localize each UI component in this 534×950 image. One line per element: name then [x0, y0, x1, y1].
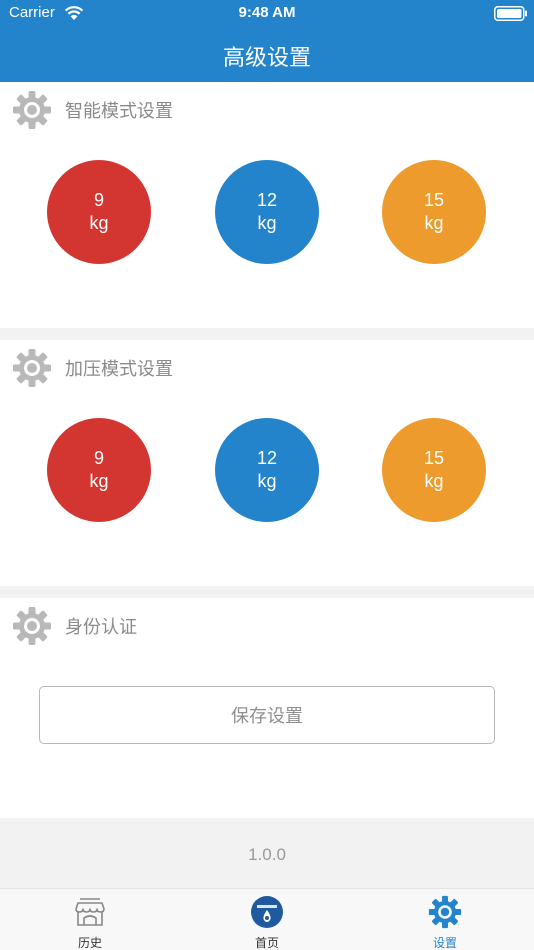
pressure-mode-title: 加压模式设置 — [65, 359, 173, 380]
option-value: 9 — [93, 190, 104, 210]
option-unit: kg — [89, 213, 109, 233]
store-icon — [75, 898, 105, 926]
home-logo-icon — [251, 896, 283, 928]
pressure-mode-option-9kg[interactable]: 9 kg — [47, 418, 151, 522]
page-title: 高级设置 — [222, 46, 311, 71]
smart-mode-option-12kg[interactable]: 12 kg — [215, 160, 319, 264]
tab-home[interactable]: 首页 — [232, 895, 302, 950]
gear-icon — [13, 91, 51, 129]
smart-mode-section: 智能模式设置 9 kg 12 kg 15 kg — [0, 82, 534, 328]
gear-icon — [428, 895, 462, 929]
smart-mode-header: 智能模式设置 — [12, 90, 173, 130]
option-unit: kg — [257, 471, 277, 491]
option-unit: kg — [424, 213, 444, 233]
option-unit: kg — [257, 213, 277, 233]
tab-label: 设置 — [432, 936, 457, 950]
identity-title: 身份认证 — [65, 617, 137, 638]
option-unit: kg — [89, 471, 109, 491]
smart-mode-option-15kg[interactable]: 15 kg — [382, 160, 486, 264]
pressure-mode-section: 加压模式设置 9 kg 12 kg 15 kg — [0, 340, 534, 586]
pressure-mode-option-12kg[interactable]: 12 kg — [215, 418, 319, 522]
tab-history[interactable]: 历史 — [55, 895, 125, 950]
option-value: 9 — [93, 448, 104, 468]
identity-section: 身份认证 保存设置 — [0, 598, 534, 818]
pressure-mode-header: 加压模式设置 — [12, 348, 173, 388]
battery-icon — [494, 6, 527, 21]
tab-settings[interactable]: 设置 — [410, 895, 480, 950]
status-time: 9:48 AM — [238, 4, 296, 21]
nav-header: Carrier 9:48 AM 高级设置 — [0, 0, 534, 82]
identity-header: 身份认证 — [12, 606, 137, 646]
smart-mode-option-9kg[interactable]: 9 kg — [47, 160, 151, 264]
smart-mode-title: 智能模式设置 — [65, 101, 173, 122]
option-value: 15 — [423, 448, 445, 468]
tab-bar: 历史 首页 设置 — [0, 888, 534, 950]
option-value: 12 — [256, 190, 278, 210]
gear-icon — [13, 607, 51, 645]
save-settings-button[interactable]: 保存设置 — [39, 686, 495, 744]
tab-label: 首页 — [254, 936, 279, 950]
option-value: 12 — [256, 448, 278, 468]
option-value: 15 — [423, 190, 445, 210]
pressure-mode-option-15kg[interactable]: 15 kg — [382, 418, 486, 522]
option-unit: kg — [424, 471, 444, 491]
status-bar: Carrier 9:48 AM — [0, 0, 534, 28]
gear-icon — [13, 349, 51, 387]
tab-label: 历史 — [77, 936, 102, 950]
version-label: 1.0.0 — [248, 845, 286, 864]
